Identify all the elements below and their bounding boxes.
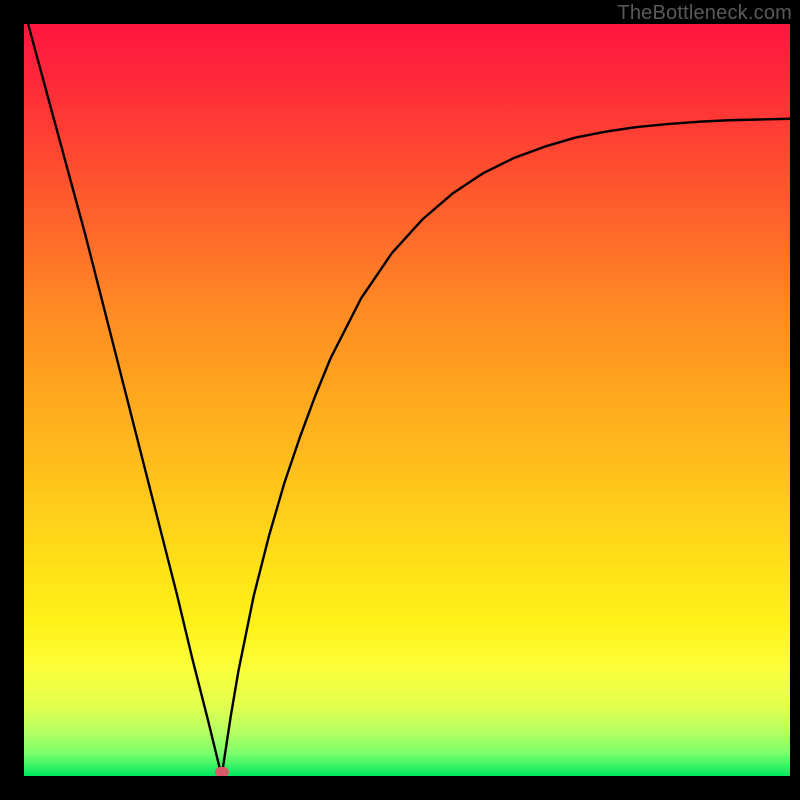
bottleneck-curve bbox=[24, 24, 790, 776]
minimum-marker bbox=[215, 767, 229, 776]
curve-svg bbox=[24, 24, 790, 776]
plot-area bbox=[24, 24, 790, 776]
chart-frame: TheBottleneck.com bbox=[0, 0, 800, 800]
watermark-text: TheBottleneck.com bbox=[617, 2, 792, 25]
